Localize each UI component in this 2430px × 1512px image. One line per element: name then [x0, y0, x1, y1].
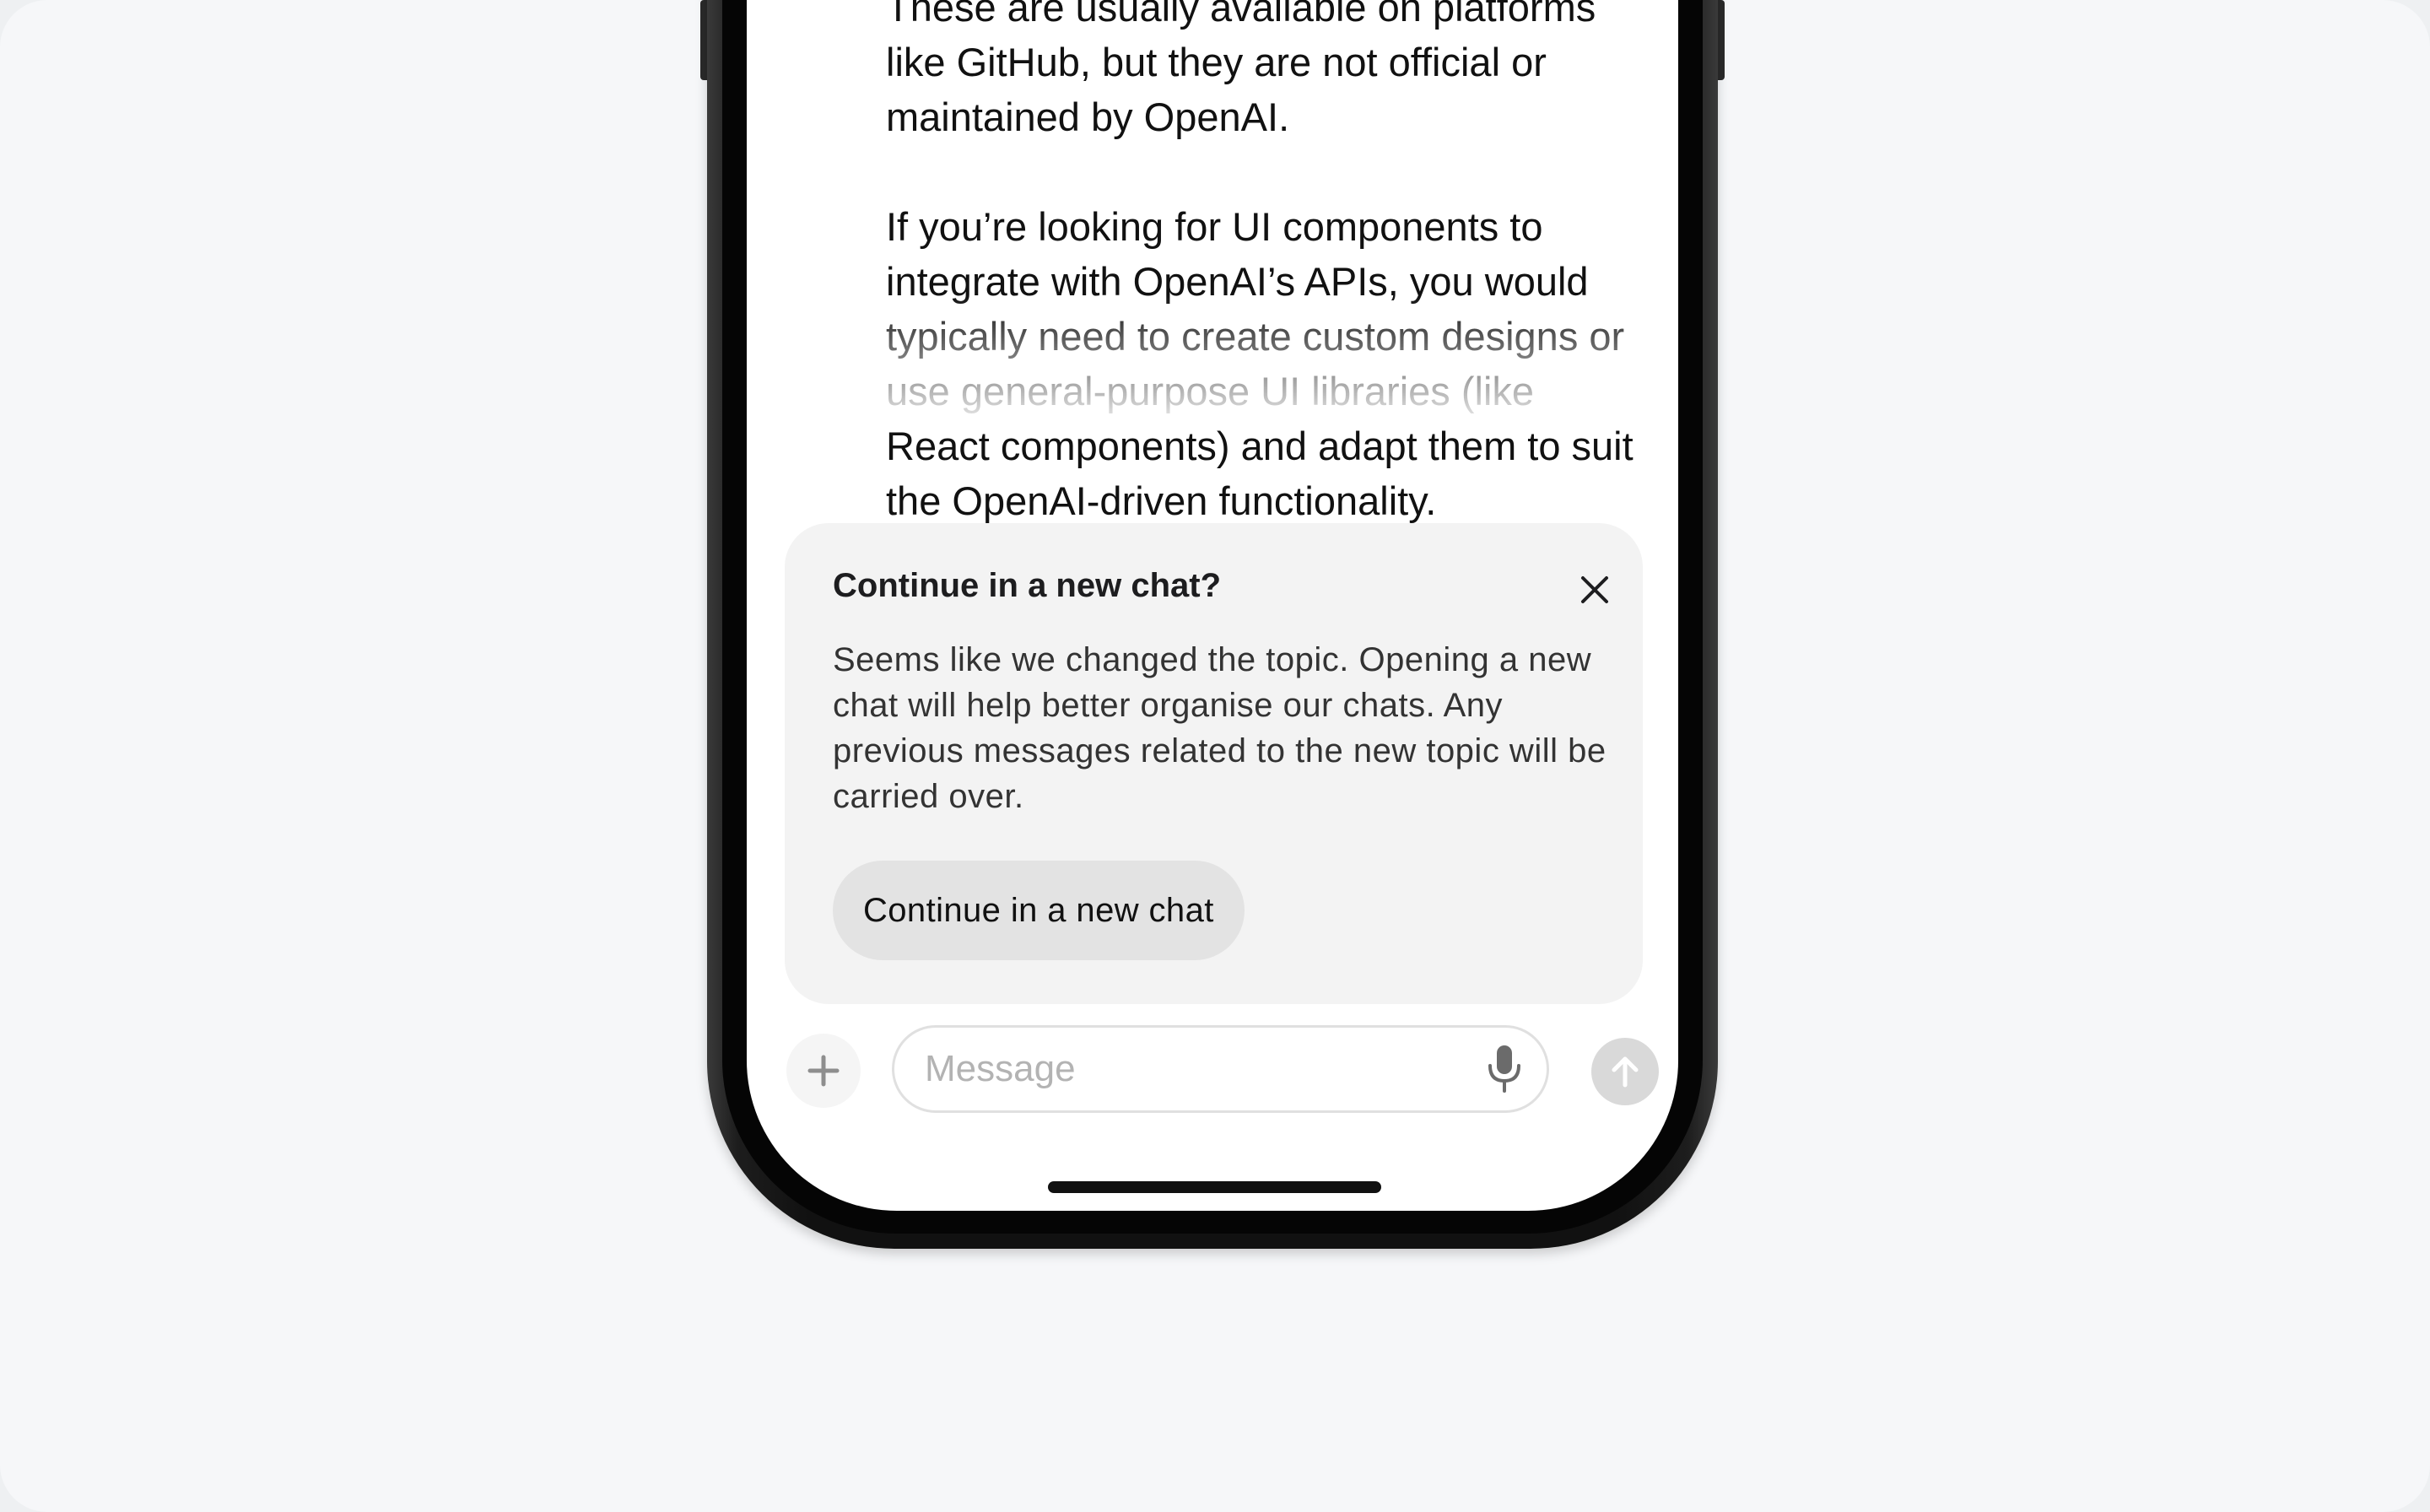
- message-fade-overlay: [747, 295, 1678, 413]
- send-button[interactable]: [1591, 1038, 1659, 1105]
- card-title: Continue in a new chat?: [833, 567, 1222, 604]
- assistant-message-paragraph: These are usually available on platforms…: [886, 0, 1596, 139]
- phone-screen: These are usually available on platforms…: [747, 0, 1678, 1211]
- phone-frame: These are usually available on platforms…: [707, 0, 1718, 1249]
- home-indicator[interactable]: [1048, 1181, 1381, 1193]
- continue-new-chat-button[interactable]: Continue in a new chat: [833, 861, 1245, 960]
- attach-button[interactable]: [786, 1034, 861, 1108]
- page-canvas: These are usually available on platforms…: [0, 0, 2430, 1512]
- continue-new-chat-button-label: Continue in a new chat: [863, 891, 1214, 929]
- message-input-placeholder: Message: [925, 1048, 1076, 1089]
- close-icon: [1581, 576, 1608, 603]
- message-input[interactable]: Message: [892, 1025, 1549, 1113]
- new-chat-suggestion-card: Continue in a new chat? Seems like we ch…: [785, 523, 1643, 1004]
- assistant-message: These are usually available on platforms…: [886, 0, 1645, 528]
- plus-icon: [807, 1055, 840, 1087]
- close-button[interactable]: [1574, 569, 1616, 611]
- arrow-up-icon: [1612, 1056, 1639, 1088]
- card-description: Seems like we changed the topic. Opening…: [833, 641, 1606, 815]
- microphone-icon[interactable]: [1484, 1044, 1525, 1094]
